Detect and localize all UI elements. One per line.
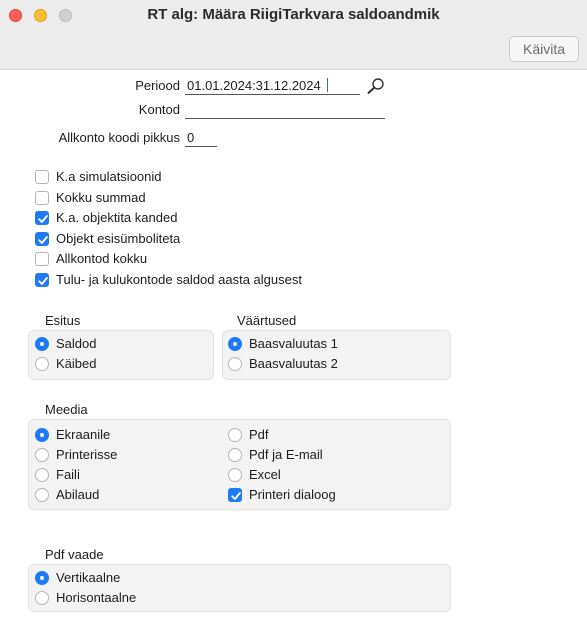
checkbox-checked[interactable] xyxy=(35,231,49,246)
radio-unselected[interactable] xyxy=(35,591,49,605)
search-icon[interactable] xyxy=(366,77,386,95)
radio-label: Baasvaluutas 1 xyxy=(249,336,338,351)
radio-selected[interactable] xyxy=(35,571,49,585)
checkbox-checked[interactable] xyxy=(35,211,49,226)
checkbox-checked[interactable] xyxy=(228,488,242,502)
checkbox-label: Objekt esisümboliteta xyxy=(56,230,181,246)
radio-label: Horisontaalne xyxy=(56,590,137,605)
radio-unselected[interactable] xyxy=(228,448,242,462)
checkbox-checked[interactable] xyxy=(35,273,49,287)
radio-label: Abilaud xyxy=(56,487,100,502)
text-cursor xyxy=(326,78,328,92)
subaccount-length-label: Allkonto koodi pikkus xyxy=(58,130,180,145)
subaccount-length-field[interactable]: 0 xyxy=(185,130,217,147)
checkbox-label: K.a simulatsioonid xyxy=(56,169,162,184)
title-bar: RT alg: Määra RiigiTarkvara saldoandmik … xyxy=(0,0,587,70)
radio-unselected[interactable] xyxy=(228,428,242,442)
radio-selected[interactable] xyxy=(35,337,49,351)
radio-unselected[interactable] xyxy=(35,357,49,371)
radio-label: Ekraanile xyxy=(56,427,111,442)
checkbox-label: Allkontod kokku xyxy=(56,251,148,267)
vaartused-title: Väärtused xyxy=(237,313,297,328)
radio-unselected[interactable] xyxy=(35,448,49,462)
radio-selected[interactable] xyxy=(228,337,242,351)
radio-unselected[interactable] xyxy=(35,468,49,482)
radio-label: Printerisse xyxy=(56,447,118,462)
radio-selected[interactable] xyxy=(35,428,49,442)
checkbox-unchecked[interactable] xyxy=(35,170,49,184)
checkbox-label: Tulu- ja kulukontode saldod aasta alguse… xyxy=(56,272,302,287)
period-value: 01.01.2024:31.12.2024 xyxy=(187,78,321,93)
radio-unselected[interactable] xyxy=(228,357,242,371)
radio-label: Pdf xyxy=(249,427,269,442)
radio-label: Saldod xyxy=(56,336,97,351)
run-button[interactable]: Käivita xyxy=(509,36,579,62)
checkbox-unchecked[interactable] xyxy=(35,252,49,267)
checkbox-label: Printeri dialoog xyxy=(249,487,336,502)
report-window: RT alg: Määra RiigiTarkvara saldoandmik … xyxy=(0,0,587,623)
meedia-title: Meedia xyxy=(45,402,88,417)
radio-label: Pdf ja E-mail xyxy=(249,447,323,462)
radio-label: Faili xyxy=(56,467,80,482)
pdf-view-title: Pdf vaade xyxy=(45,547,104,562)
window-title: RT alg: Määra RiigiTarkvara saldoandmik xyxy=(147,6,440,23)
radio-unselected[interactable] xyxy=(35,488,49,502)
radio-label: Käibed xyxy=(56,356,97,371)
accounts-field[interactable] xyxy=(185,102,385,119)
radio-label: Baasvaluutas 2 xyxy=(249,356,338,371)
radio-label: Vertikaalne xyxy=(56,570,121,585)
checkbox-unchecked[interactable] xyxy=(35,190,49,205)
radio-label: Excel xyxy=(249,467,281,482)
checkbox-label: Kokku summad xyxy=(56,189,146,205)
period-label: Periood xyxy=(135,78,180,93)
checkbox-label: K.a. objektita kanded xyxy=(56,210,178,226)
accounts-label: Kontod xyxy=(138,102,180,117)
esitus-title: Esitus xyxy=(45,313,81,328)
radio-unselected[interactable] xyxy=(228,468,242,482)
period-field[interactable]: 01.01.2024:31.12.2024 xyxy=(185,78,360,95)
